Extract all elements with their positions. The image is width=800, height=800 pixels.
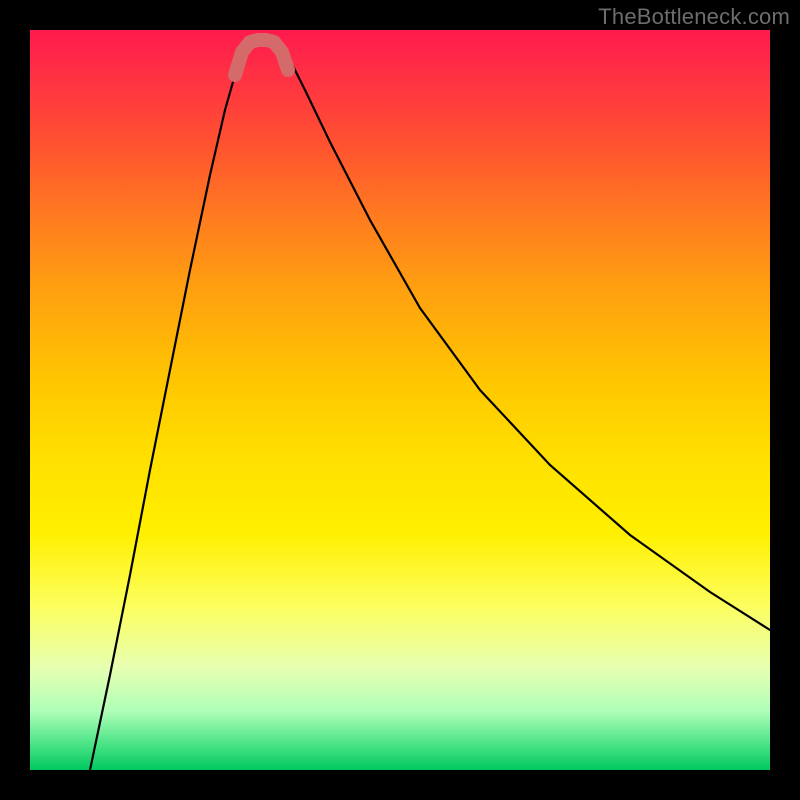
chart-svg <box>30 30 770 770</box>
curve-right <box>280 45 770 630</box>
curve-left <box>90 45 248 770</box>
valley-highlight <box>235 40 288 75</box>
chart-frame: TheBottleneck.com <box>0 0 800 800</box>
attribution-text: TheBottleneck.com <box>598 4 790 30</box>
